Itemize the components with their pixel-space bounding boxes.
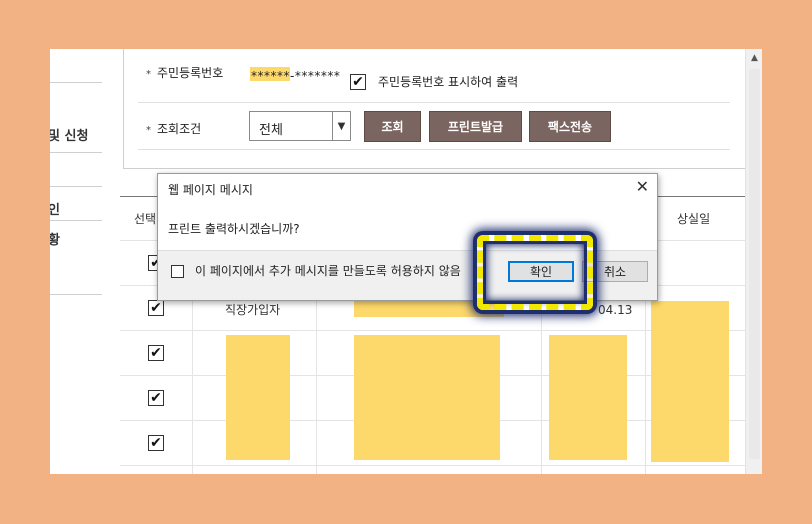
table-row-border bbox=[120, 465, 750, 466]
sidebar-item-label: 및 신청 bbox=[50, 129, 89, 144]
row-select-checkbox[interactable]: ✔ bbox=[148, 300, 164, 316]
search-form: * 주민등록번호 ******-******* ✔ 주민등록번호 표시하여 출력 … bbox=[123, 49, 752, 169]
query-condition-value: 전체 bbox=[259, 123, 283, 138]
suppress-messages-checkbox[interactable] bbox=[171, 265, 184, 278]
query-condition-select[interactable]: 전체 ▼ bbox=[249, 111, 351, 141]
dialog-title: 웹 페이지 메시지 bbox=[168, 183, 253, 197]
subscriber-type-cell: 직장가입자 bbox=[225, 303, 281, 317]
column-header-select: 선택 bbox=[134, 212, 157, 226]
form-divider bbox=[138, 149, 730, 150]
print-issue-button[interactable]: 프린트발급 bbox=[429, 111, 522, 142]
sidebar-divider bbox=[50, 49, 102, 83]
fax-send-button[interactable]: 팩스전송 bbox=[529, 111, 611, 142]
row-select-checkbox[interactable]: ✔ bbox=[148, 435, 164, 451]
redaction-block bbox=[549, 335, 627, 460]
ok-button-highlight bbox=[477, 235, 593, 310]
sidebar-item-status[interactable]: 황 bbox=[50, 221, 102, 295]
redaction-block bbox=[226, 335, 290, 460]
sidebar-item-label: 인 bbox=[50, 203, 60, 218]
redaction-block bbox=[354, 335, 500, 460]
suppress-messages-label: 이 페이지에서 추가 메시지를 만들도록 허용하지 않음 bbox=[195, 264, 461, 278]
dialog-message: 프린트 출력하시겠습니까? bbox=[168, 222, 300, 236]
row-select-checkbox[interactable]: ✔ bbox=[148, 390, 164, 406]
print-resident-number-label: 주민등록번호 표시하여 출력 bbox=[378, 75, 519, 89]
sidebar-item-confirm[interactable]: 인 bbox=[50, 187, 102, 221]
resident-number-label: * 주민등록번호 bbox=[146, 66, 224, 80]
sidebar-divider bbox=[50, 153, 102, 187]
redaction-block bbox=[651, 301, 729, 462]
search-button[interactable]: 조회 bbox=[364, 111, 421, 142]
chevron-down-icon[interactable]: ▼ bbox=[332, 112, 350, 140]
column-header-loss-date: 상실일 bbox=[677, 212, 711, 226]
print-resident-number-checkbox[interactable]: ✔ bbox=[350, 74, 366, 90]
close-icon[interactable]: ✕ bbox=[636, 177, 649, 196]
scroll-up-icon[interactable]: ▲ bbox=[746, 49, 762, 66]
query-condition-label: * 조회조건 bbox=[146, 122, 202, 136]
date-cell: 04.13 bbox=[598, 303, 633, 317]
sidebar-item-apply[interactable]: 및 신청 bbox=[50, 83, 102, 153]
row-select-checkbox[interactable]: ✔ bbox=[148, 345, 164, 361]
scroll-thumb[interactable] bbox=[749, 69, 760, 459]
vertical-scrollbar[interactable]: ▲ bbox=[745, 49, 762, 474]
form-divider bbox=[138, 102, 730, 103]
sidebar-item-label: 황 bbox=[50, 233, 60, 248]
resident-number-value: ******-******* bbox=[251, 69, 341, 83]
